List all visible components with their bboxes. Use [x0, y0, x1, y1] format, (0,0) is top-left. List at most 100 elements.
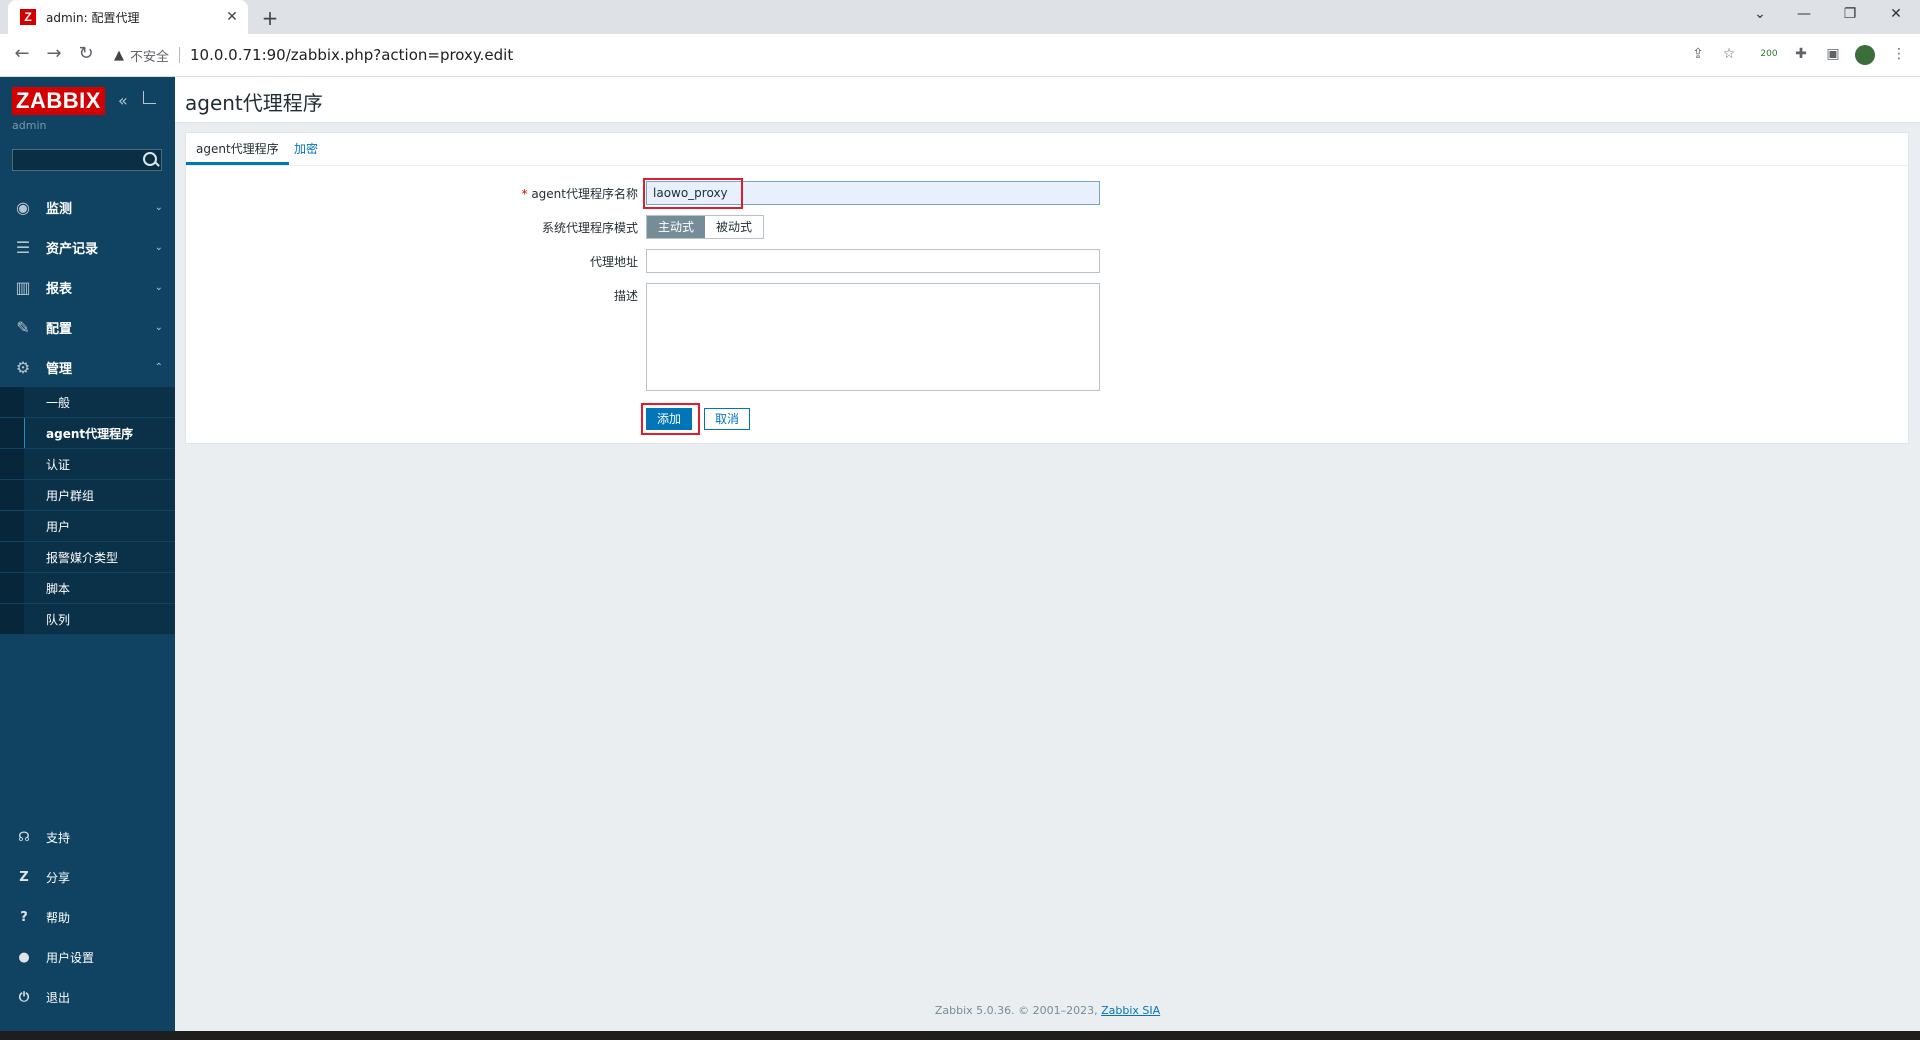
menu-label: 资产记录 [46, 241, 99, 257]
kiosk-mode-icon[interactable] [143, 91, 156, 104]
search-input[interactable] [12, 149, 162, 171]
menu-item-monitoring[interactable]: ◉ 监测 ⌄ [0, 187, 175, 227]
headset-icon: ☊ [18, 829, 30, 845]
minimize-icon[interactable]: — [1792, 6, 1816, 22]
proxy-name-label: * agent代理程序名称 [521, 187, 639, 201]
chevron-down-icon: ⌄ [154, 201, 163, 213]
form-tabs: agent代理程序 加密 [186, 133, 1908, 166]
chevron-down-icon: ⌄ [154, 241, 163, 253]
gear-icon: ⚙ [15, 357, 31, 377]
restore-icon[interactable]: ❐ [1838, 6, 1862, 22]
user-label: admin [12, 119, 47, 132]
browser-toolbar: ← → ↻ ▲ 不安全 10.0.0.71:90/zabbix.php?acti… [0, 34, 1920, 77]
tab-encryption[interactable]: 加密 [294, 133, 318, 165]
wrench-icon: ✎ [16, 317, 30, 337]
menu-item-inventory[interactable]: ☰ 资产记录 ⌄ [0, 227, 175, 267]
forward-icon[interactable]: → [42, 44, 66, 64]
menu-item-signout[interactable]: ⏻ 退出 [0, 977, 175, 1017]
bottom-label: 用户设置 [46, 950, 95, 965]
submenu-label: 报警媒介类型 [46, 550, 119, 565]
submenu-label: 脚本 [46, 581, 71, 596]
search-icon[interactable] [143, 152, 157, 166]
submenu-item-media-types[interactable]: 报警媒介类型 [0, 542, 175, 573]
name-input-highlight [643, 178, 743, 209]
description-label: 描述 [613, 289, 638, 303]
bottom-label: 退出 [46, 990, 71, 1005]
power-icon: ⏻ [18, 989, 30, 1005]
menu-item-support[interactable]: ☊ 支持 [0, 817, 175, 857]
description-textarea[interactable] [646, 283, 1100, 391]
address-bar[interactable]: ▲ 不安全 10.0.0.71:90/zabbix.php?action=pro… [108, 40, 1688, 70]
bottom-label: 支持 [46, 830, 71, 845]
tab-proxy[interactable]: agent代理程序 [186, 133, 289, 165]
proxy-mode-selector: 主动式 被动式 [646, 215, 765, 239]
reload-icon[interactable]: ↻ [74, 44, 98, 64]
tab-title: admin: 配置代理 [46, 10, 140, 25]
footer-text: Zabbix 5.0.36. © 2001–2023, [934, 1004, 1102, 1017]
submenu-label: 用户群组 [46, 488, 95, 503]
menu-item-help[interactable]: ? 帮助 [0, 897, 175, 937]
menu-label: 管理 [46, 361, 73, 377]
share-page-icon[interactable]: ⇪ [1687, 46, 1709, 62]
collapse-sidebar-icon[interactable]: « [118, 91, 128, 110]
submenu-item-queue[interactable]: 队列 [0, 604, 175, 635]
zabbix-logo[interactable]: ZABBIX [12, 87, 105, 115]
chart-icon: ▥ [15, 277, 31, 297]
chevron-down-icon: ⌄ [154, 321, 163, 333]
add-button-highlight [641, 403, 700, 435]
user-icon: ● [18, 949, 30, 965]
chevron-up-icon: ⌃ [154, 361, 163, 373]
menu-item-reports[interactable]: ▥ 报表 ⌄ [0, 267, 175, 307]
new-tab-button[interactable]: + [258, 6, 282, 30]
menu-label: 监测 [46, 201, 73, 217]
extensions-puzzle-icon[interactable]: ✚ [1790, 46, 1812, 62]
submenu-item-proxies[interactable]: agent代理程序 [0, 418, 175, 449]
menu-item-configuration[interactable]: ✎ 配置 ⌄ [0, 307, 175, 347]
close-window-icon[interactable]: ✕ [1884, 6, 1908, 22]
browser-tabbar: Z admin: 配置代理 ✕ + ⌄ — ❐ ✕ [0, 0, 1920, 34]
menu-item-user-settings[interactable]: ● 用户设置 [0, 937, 175, 977]
tab-search-icon[interactable]: ⌄ [1748, 6, 1772, 22]
submenu-item-user-groups[interactable]: 用户群组 [0, 480, 175, 511]
proxy-form-panel: agent代理程序 加密 * agent代理程序名称 laowo_proxy 系… [185, 132, 1909, 444]
footer-link[interactable]: Zabbix SIA [1101, 1004, 1160, 1017]
submenu-item-users[interactable]: 用户 [0, 511, 175, 542]
page-title: agent代理程序 [185, 91, 323, 115]
share-icon: Z [19, 869, 29, 885]
security-label[interactable]: 不安全 [130, 46, 169, 65]
submenu-item-general[interactable]: 一般 [0, 387, 175, 418]
proxy-address-label: 代理地址 [589, 255, 638, 269]
help-icon: ? [20, 909, 28, 925]
menu-item-administration[interactable]: ⚙ 管理 ⌃ [0, 347, 175, 387]
footer: Zabbix 5.0.36. © 2001–2023, Zabbix SIA [175, 1004, 1920, 1017]
submenu-label: 一般 [46, 395, 71, 410]
submenu-label: 认证 [46, 457, 71, 472]
profile-avatar[interactable] [1855, 45, 1875, 65]
menu-item-share[interactable]: Z 分享 [0, 857, 175, 897]
eye-icon: ◉ [16, 197, 30, 217]
extension-badge[interactable]: 200 [1758, 49, 1780, 59]
submenu-item-scripts[interactable]: 脚本 [0, 573, 175, 604]
sidebar: ZABBIX « admin ◉ 监测 ⌄ ☰ 资产记录 ⌄ ▥ 报表 ⌄ ✎ … [0, 77, 175, 1031]
browser-tab[interactable]: Z admin: 配置代理 ✕ [8, 0, 248, 34]
url-text[interactable]: 10.0.0.71:90/zabbix.php?action=proxy.edi… [190, 46, 513, 64]
menu-label: 报表 [46, 281, 73, 297]
warning-icon: ▲ [114, 47, 124, 63]
mode-passive-option[interactable]: 被动式 [705, 216, 764, 238]
submenu-item-authentication[interactable]: 认证 [0, 449, 175, 480]
administration-submenu: 一般 agent代理程序 认证 用户群组 用户 报警媒介类型 脚本 队列 [0, 387, 175, 635]
back-icon[interactable]: ← [10, 44, 34, 64]
tab-close-icon[interactable]: ✕ [222, 9, 242, 25]
proxy-address-input[interactable] [646, 249, 1100, 273]
bookmark-star-icon[interactable]: ☆ [1718, 46, 1740, 62]
chevron-down-icon: ⌄ [154, 281, 163, 293]
main-menu: ◉ 监测 ⌄ ☰ 资产记录 ⌄ ▥ 报表 ⌄ ✎ 配置 ⌄ ⚙ 管理 ⌃ 一般 … [0, 187, 175, 635]
browser-menu-icon[interactable]: ⋮ [1888, 46, 1910, 62]
omnibox-divider [179, 47, 181, 63]
bottom-menu: ☊ 支持 Z 分享 ? 帮助 ● 用户设置 ⏻ 退出 [0, 817, 175, 1017]
menu-label: 配置 [46, 321, 73, 337]
side-panel-icon[interactable]: ▣ [1822, 46, 1844, 62]
cancel-button[interactable]: 取消 [704, 408, 750, 430]
mode-active-option[interactable]: 主动式 [647, 216, 706, 238]
bottom-label: 帮助 [46, 910, 71, 925]
